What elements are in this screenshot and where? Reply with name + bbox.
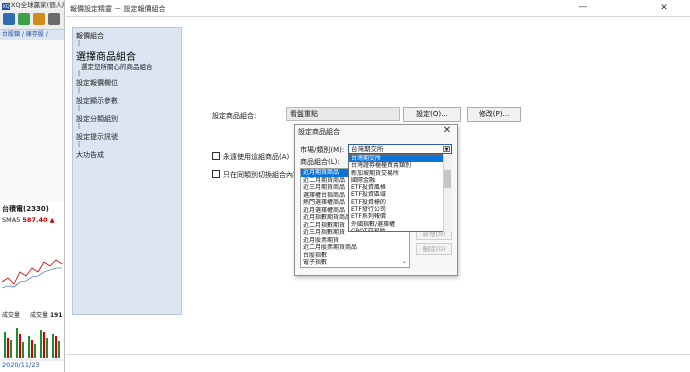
combo-list-item[interactable]: 台股指數 [301, 252, 409, 260]
dropdown-arrow-icon[interactable]: ▼ [443, 146, 450, 153]
dialog-close-button[interactable]: ✕ [441, 125, 453, 137]
combo-list-item[interactable]: 近月股票期貨 [301, 237, 409, 245]
combo-field[interactable]: 看盤重點 [286, 107, 400, 121]
price-chart-svg [0, 259, 66, 361]
market-select[interactable]: 台灣期交所 ▼ [348, 144, 452, 154]
quote-grid [0, 40, 66, 202]
market-option[interactable]: ETF發行公司 [349, 206, 451, 213]
market-option[interactable]: 國際金融 [349, 177, 451, 184]
set-combo-label: 設定商品組合: [212, 112, 257, 120]
market-option[interactable]: ETF系列報價 [349, 213, 451, 220]
dropdown-scroll-thumb[interactable] [444, 170, 451, 188]
edit-button[interactable]: 修改(P)... [467, 107, 521, 122]
market-option[interactable]: 外國指數/選擇權 [349, 221, 451, 228]
quote-header[interactable]: 台積電(2330) [2, 204, 49, 214]
background-tabs[interactable]: 台股類 / 庫存股 / [0, 30, 66, 40]
step-connector: | [78, 70, 81, 77]
list-icon[interactable] [33, 13, 45, 25]
dropdown-scrollbar[interactable] [443, 154, 452, 232]
volume-label: 成交量 [2, 312, 21, 319]
dialog-title: 設定商品組合 [298, 128, 340, 136]
step-connector: | [78, 87, 81, 94]
chart-icon[interactable] [18, 13, 30, 25]
step-finish: 大功告成 [76, 151, 104, 159]
minimize-button[interactable]: — [576, 3, 590, 13]
step-connector: | [78, 123, 81, 130]
sma-readout: SMA5 587.40 ▲ [2, 216, 55, 224]
background-app-title: XQXQ全球贏家(個人版) [0, 0, 70, 10]
delete-button[interactable]: 刪除(D) [416, 243, 452, 255]
always-use-checkbox[interactable] [212, 152, 220, 160]
market-dropdown-list[interactable]: 台灣期交所 台灣證券櫃檯買賣類別 新加坡期貨交易所 國際金融 ETF投資風格 ETF投資區… [348, 154, 452, 232]
step-connector: | [78, 40, 81, 47]
home-icon[interactable] [3, 13, 15, 25]
chart-date: 2020/11/23 [2, 361, 40, 369]
title-divider [66, 16, 690, 17]
market-label: 市場/類別(M): [300, 146, 345, 154]
combo-label: 商品組合(L): [300, 158, 340, 166]
wizard-title: 報價設定精靈 － 設定報價組合 [70, 5, 166, 13]
market-option[interactable]: 台灣期交所 [349, 155, 451, 163]
set-button[interactable]: 設定(O)... [403, 107, 461, 122]
step-display-params: 設定顯示參數 [76, 97, 118, 105]
step-select-combo-desc: 選定您所關心的商品組合 [81, 63, 153, 71]
step-connector: | [78, 105, 81, 112]
always-use-label[interactable]: 永遠使用這組商品(A) [223, 152, 289, 162]
settings-icon[interactable] [48, 13, 60, 25]
footer-divider [66, 354, 690, 355]
market-option[interactable]: 台灣證券櫃檯買賣類別 [349, 162, 451, 169]
step-set-groups: 設定分類組別 [76, 115, 118, 123]
window-close-button[interactable]: ✕ [657, 3, 671, 13]
combo-list-item[interactable]: 電子指數 [301, 259, 409, 267]
switch-same-class-checkbox[interactable] [212, 170, 220, 178]
step-set-signals: 設定提示訊號 [76, 133, 118, 141]
combo-list-item[interactable]: 金融指數 [301, 267, 409, 268]
step-connector: | [78, 141, 81, 148]
volume-readout: 成交量 191 [30, 312, 63, 319]
market-option[interactable]: CBOT交易所 [349, 228, 451, 231]
up-arrow-icon: ▲ [49, 216, 55, 224]
chevron-down-icon[interactable]: ⌄ [402, 258, 407, 265]
market-option[interactable]: ETF投資風格 [349, 184, 451, 191]
step-quote-combo: 報價組合 [76, 32, 104, 40]
market-option[interactable]: ETF投資標的 [349, 199, 451, 206]
switch-same-class-label[interactable]: 只在同類別切換組合內容 [223, 170, 300, 180]
step-set-columns: 設定報價欄位 [76, 79, 118, 87]
background-toolbar [0, 10, 66, 30]
price-chart [0, 202, 66, 372]
market-option[interactable]: 新加坡期貨交易所 [349, 170, 451, 177]
combo-list-item[interactable]: 近二月股票期貨商品 [301, 244, 409, 252]
market-option[interactable]: ETF投資區域 [349, 191, 451, 198]
wizard-steps-sidebar: 報價組合 | 選擇商品組合 選定您所關心的商品組合 | 設定報價欄位 | 設定顯… [72, 27, 182, 315]
xq-logo: XQ [2, 3, 10, 10]
